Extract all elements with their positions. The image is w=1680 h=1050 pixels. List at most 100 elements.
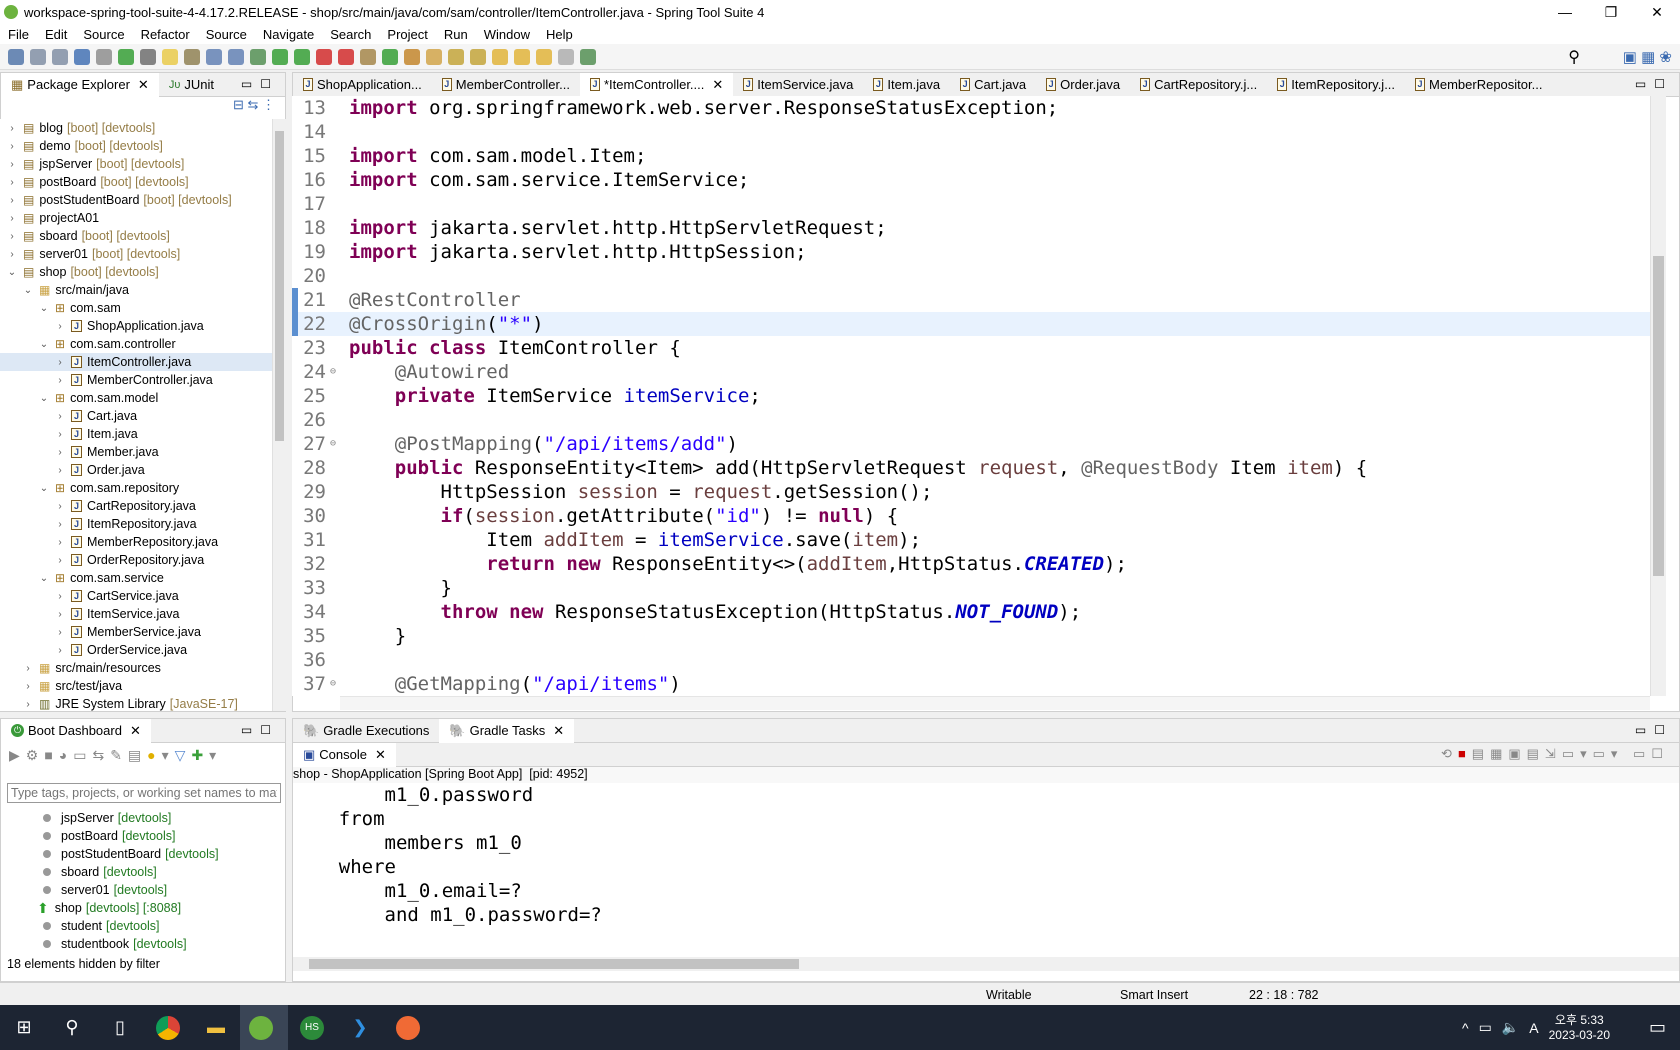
fold-icon[interactable]	[330, 408, 338, 432]
tree-item[interactable]: › J CartService.java	[0, 587, 272, 605]
close-icon[interactable]: ✕	[130, 723, 141, 739]
expand-arrow-icon[interactable]: ›	[54, 645, 66, 656]
tree-item[interactable]: › ▤ postStudentBoard [boot] [devtools]	[0, 191, 272, 209]
expand-arrow-icon[interactable]: ›	[6, 141, 18, 152]
toolbar-button-icon[interactable]	[426, 48, 442, 65]
close-button[interactable]: ✕	[1634, 0, 1680, 24]
ime-indicator[interactable]: A	[1529, 1020, 1538, 1036]
fold-icon[interactable]	[330, 600, 338, 624]
tree-item[interactable]: › ▤ jspServer [boot] [devtools]	[0, 155, 272, 173]
editor-tab[interactable]: J *ItemController.... ✕	[579, 72, 734, 97]
fold-icon[interactable]	[330, 288, 338, 312]
toolbar-button-icon[interactable]	[448, 48, 464, 65]
expand-arrow-icon[interactable]: ›	[54, 357, 66, 368]
menu-file[interactable]: File	[0, 27, 37, 42]
editor-tab[interactable]: J Item.java	[863, 73, 950, 97]
tree-item[interactable]: › J ItemController.java	[0, 353, 272, 371]
code-line[interactable]: 34 throw new ResponseStatusException(Htt…	[292, 600, 1650, 624]
tree-item[interactable]: › J Cart.java	[0, 407, 272, 425]
toolbar-button-icon[interactable]	[162, 48, 178, 65]
expand-arrow-icon[interactable]: ⌄	[38, 573, 50, 584]
toolbar-button-icon[interactable]	[8, 48, 24, 65]
fold-icon[interactable]	[330, 624, 338, 648]
tree-item[interactable]: › J OrderRepository.java	[0, 551, 272, 569]
tree-item[interactable]: ⌄ ▤ shop [boot] [devtools]	[0, 263, 272, 281]
expand-arrow-icon[interactable]: ›	[6, 195, 18, 206]
toolbar-button-icon[interactable]	[558, 48, 574, 65]
console-output[interactable]: m1_0.password from members m1_0 where m1…	[293, 783, 1679, 957]
tree-item[interactable]: ⌄ ⊞ com.sam.model	[0, 389, 272, 407]
fold-icon[interactable]	[330, 168, 338, 192]
expand-arrow-icon[interactable]: ›	[6, 177, 18, 188]
code-line[interactable]: 24 ⊖ @Autowired	[292, 360, 1650, 384]
code-line[interactable]: 33 }	[292, 576, 1650, 600]
toolbar-button-icon[interactable]	[492, 48, 508, 65]
fold-icon[interactable]	[330, 456, 338, 480]
expand-arrow-icon[interactable]: ⌄	[38, 483, 50, 494]
tree-item[interactable]: › J CartRepository.java	[0, 497, 272, 515]
menu-source[interactable]: Source	[75, 27, 132, 42]
tree-item[interactable]: ⌄ ⊞ com.sam.repository	[0, 479, 272, 497]
fold-icon[interactable]: ⊖	[330, 672, 338, 696]
editor-tab[interactable]: J ItemRepository.j...	[1267, 73, 1405, 97]
minimize-button[interactable]: —	[1542, 0, 1588, 24]
task-view-icon[interactable]: ▯	[96, 1005, 144, 1050]
code-line[interactable]: 27 ⊖ @PostMapping("/api/items/add")	[292, 432, 1650, 456]
expand-arrow-icon[interactable]: ›	[22, 699, 34, 710]
expand-arrow-icon[interactable]: ⌄	[38, 303, 50, 314]
toolbar-button-icon[interactable]	[294, 48, 310, 65]
fold-icon[interactable]	[330, 264, 338, 288]
tree-item[interactable]: › ▤ blog [boot] [devtools]	[0, 119, 272, 137]
expand-arrow-icon[interactable]: ›	[6, 159, 18, 170]
toolbar-button-icon[interactable]	[404, 48, 420, 65]
clock[interactable]: 오후 5:33 2023-03-20	[1549, 1013, 1610, 1043]
close-icon[interactable]: ✕	[138, 77, 149, 93]
tree-item[interactable]: › ▦ src/main/resources	[0, 659, 272, 677]
menu-source[interactable]: Source	[198, 27, 255, 42]
tray-chevron-icon[interactable]: ^	[1462, 1020, 1469, 1036]
minimize-maximize-icons[interactable]: ▭☐	[1635, 723, 1673, 737]
editor-tab[interactable]: J CartRepository.j...	[1130, 73, 1267, 97]
tree-item[interactable]: › ▤ server01 [boot] [devtools]	[0, 245, 272, 263]
toolbar-button-icon[interactable]	[184, 48, 200, 65]
vscode-icon[interactable]: ❯	[336, 1005, 384, 1050]
fold-icon[interactable]	[330, 336, 338, 360]
tree-item[interactable]: › J Member.java	[0, 443, 272, 461]
menu-refactor[interactable]: Refactor	[133, 27, 198, 42]
tree-item[interactable]: ⌄ ▦ src/main/java	[0, 281, 272, 299]
fold-icon[interactable]	[330, 96, 338, 120]
minimize-maximize-icons[interactable]: ▭☐	[241, 723, 279, 737]
tree-scrollbar[interactable]	[272, 119, 286, 711]
toolbar-button-icon[interactable]	[360, 48, 376, 65]
code-line[interactable]: 26	[292, 408, 1650, 432]
tree-item[interactable]: › J MemberRepository.java	[0, 533, 272, 551]
expand-arrow-icon[interactable]: ⌄	[38, 339, 50, 350]
code-line[interactable]: 28 public ResponseEntity<Item> add(HttpS…	[292, 456, 1650, 480]
tree-item[interactable]: › J ShopApplication.java	[0, 317, 272, 335]
expand-arrow-icon[interactable]: ›	[22, 681, 34, 692]
code-line[interactable]: 29 HttpSession session = request.getSess…	[292, 480, 1650, 504]
fold-icon[interactable]	[330, 480, 338, 504]
tree-item[interactable]: › ▤ demo [boot] [devtools]	[0, 137, 272, 155]
code-line[interactable]: 31 Item addItem = itemService.save(item)…	[292, 528, 1650, 552]
expand-arrow-icon[interactable]: ›	[54, 501, 66, 512]
code-line[interactable]: 25 private ItemService itemService;	[292, 384, 1650, 408]
editor-hscrollbar[interactable]	[340, 696, 1650, 710]
search-icon[interactable]: ⚲	[1568, 47, 1580, 67]
fold-icon[interactable]	[330, 312, 338, 336]
expand-arrow-icon[interactable]: ›	[54, 537, 66, 548]
boot-toolbar[interactable]: ▶⚙■◕▭⇆✎▤●▾▽✚▾	[1, 743, 285, 783]
fold-icon[interactable]	[330, 144, 338, 168]
code-line[interactable]: 15 import com.sam.model.Item;	[292, 144, 1650, 168]
fold-icon[interactable]	[330, 216, 338, 240]
expand-arrow-icon[interactable]: ›	[54, 429, 66, 440]
boot-app-item[interactable]: jspServer [devtools]	[1, 809, 285, 827]
boot-filter-input[interactable]	[7, 783, 281, 803]
toolbar-button-icon[interactable]	[580, 48, 596, 65]
volume-icon[interactable]: 🔈	[1502, 1019, 1519, 1036]
expand-arrow-icon[interactable]: ›	[6, 123, 18, 134]
perspective-icons[interactable]: ▣ ▦ ❀	[1623, 48, 1672, 66]
tab-package-explorer[interactable]: ▦ Package Explorer ✕	[1, 72, 159, 97]
code-line[interactable]: 36	[292, 648, 1650, 672]
tree-item[interactable]: › J ItemRepository.java	[0, 515, 272, 533]
